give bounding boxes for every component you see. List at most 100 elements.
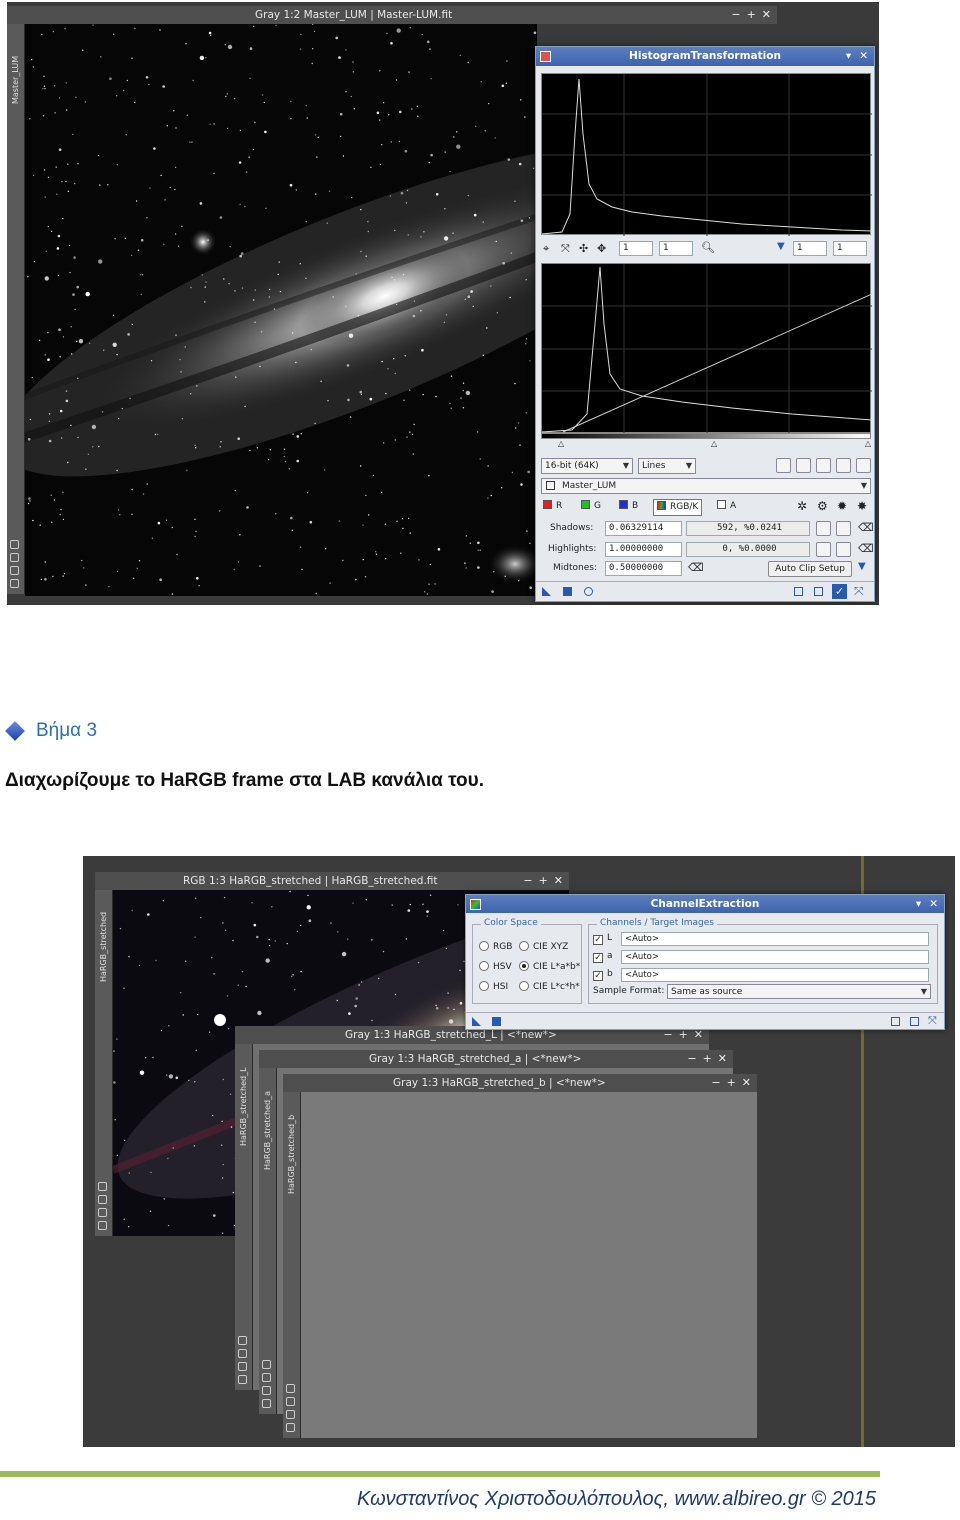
image-window-titlebar[interactable]: Gray 1:2 Master_LUM | Master-LUM.fit − +… xyxy=(7,6,777,24)
check-b[interactable]: ✓ b xyxy=(593,969,613,981)
radio-cie-lab[interactable]: CIE L*a*b* xyxy=(519,961,580,972)
b-window-titlebar[interactable]: Gray 1:3 HaRGB_stretched_b | <*new*> − + ✕ xyxy=(283,1074,757,1092)
expand-icon[interactable]: ✣ xyxy=(579,242,588,255)
channel-a[interactable]: A xyxy=(717,499,736,514)
browse-docs-icon[interactable] xyxy=(910,1017,919,1026)
close-icon[interactable]: ✕ xyxy=(742,1074,751,1092)
shadows-field[interactable]: 0.06329114 xyxy=(605,521,682,536)
target-view-select[interactable]: Master_LUM xyxy=(541,478,871,494)
maximize-icon[interactable]: + xyxy=(703,1050,712,1068)
midtones-reset-icon[interactable]: ⌫ xyxy=(688,561,704,574)
histogram-titlebar[interactable]: HistogramTransformation ▾ ✕ xyxy=(536,47,874,66)
browse-docs-icon[interactable] xyxy=(814,587,823,596)
bit-depth-select[interactable]: 16-bit (64K) xyxy=(541,458,633,474)
fit-icon[interactable] xyxy=(262,1373,271,1382)
graph-style-select[interactable]: Lines xyxy=(638,458,696,474)
apply-global-icon[interactable] xyxy=(584,587,593,596)
highlights-auto2-icon[interactable] xyxy=(836,542,851,557)
target-icon[interactable] xyxy=(286,1423,295,1432)
fit-icon[interactable] xyxy=(10,553,19,562)
midtones-field[interactable]: 0.50000000 xyxy=(605,561,682,576)
b-side-tab[interactable]: HaRGB_stretched_b xyxy=(283,1092,301,1438)
crosshair-icon[interactable]: ⌖ xyxy=(543,242,549,256)
target-a-field[interactable]: <Auto> xyxy=(621,950,929,964)
highlights-field[interactable]: 1.00000000 xyxy=(605,542,682,557)
apply-icon[interactable] xyxy=(492,1017,501,1026)
rgb-side-tab[interactable]: HaRGB_stretched xyxy=(95,890,113,1236)
channel-rgbk[interactable]: RGB/K xyxy=(653,499,703,516)
check-a[interactable]: ✓ a xyxy=(593,951,613,963)
clone-icon[interactable] xyxy=(10,566,19,575)
grid-icon[interactable] xyxy=(856,458,871,473)
auto-clip-setup-button[interactable]: Auto Clip Setup xyxy=(768,561,852,577)
shade-icon[interactable]: ▾ xyxy=(916,895,921,913)
curve-icon[interactable] xyxy=(836,458,851,473)
close-icon[interactable]: ✕ xyxy=(554,872,563,890)
fit-icon[interactable] xyxy=(238,1349,247,1358)
channel-b[interactable]: B xyxy=(619,499,638,514)
minimize-icon[interactable]: − xyxy=(687,1050,696,1068)
move-icon[interactable]: ✥ xyxy=(597,242,606,255)
target-b-field[interactable]: <Auto> xyxy=(621,968,929,982)
execute-icon[interactable]: ✓ xyxy=(832,584,847,599)
star-icon[interactable]: ✸ xyxy=(857,499,867,513)
maximize-icon[interactable]: + xyxy=(747,6,756,24)
l-side-tab[interactable]: HaRGB_stretched_L xyxy=(235,1044,253,1390)
image-side-tab[interactable]: Master_LUM xyxy=(7,24,25,594)
zoom-icon[interactable] xyxy=(238,1336,247,1345)
channel-extraction-window[interactable]: ChannelExtraction ▾ ✕ Color Space RGB HSV… xyxy=(465,894,945,1030)
new-instance-icon[interactable] xyxy=(472,1017,481,1026)
zoom-icon[interactable] xyxy=(286,1384,295,1393)
check-l[interactable]: ✓ L xyxy=(593,933,612,945)
radio-rgb[interactable]: RGB xyxy=(479,941,512,952)
asterisk-icon[interactable]: ✲ xyxy=(797,499,807,513)
reset-icon[interactable]: ⤧ xyxy=(854,584,864,599)
zoom-h2-field[interactable]: 1 xyxy=(793,241,827,256)
shadows-reset-icon[interactable]: ⌫ xyxy=(858,521,874,534)
shadows-handle[interactable]: △ xyxy=(558,439,564,448)
shade-icon[interactable]: ▾ xyxy=(846,47,851,66)
highlights-auto-icon[interactable] xyxy=(816,542,831,557)
fit-icon[interactable]: ⤧ xyxy=(561,242,570,256)
target-l-field[interactable]: <Auto> xyxy=(621,932,929,946)
highlights-handle[interactable]: △ xyxy=(865,439,871,448)
shadows-auto2-icon[interactable] xyxy=(836,521,851,536)
shadows-auto-icon[interactable] xyxy=(816,521,831,536)
zoom-v2-field[interactable]: 1 xyxy=(833,241,867,256)
auto-clip-arrow-icon[interactable]: ▼ xyxy=(858,561,866,572)
channel-r[interactable]: R xyxy=(543,499,562,514)
clone-icon[interactable] xyxy=(262,1386,271,1395)
target-icon[interactable] xyxy=(98,1221,107,1230)
rgb-window-titlebar[interactable]: RGB 1:3 HaRGB_stretched | HaRGB_stretche… xyxy=(95,872,569,890)
radio-hsv[interactable]: HSV xyxy=(479,961,512,972)
fit-icon[interactable] xyxy=(98,1195,107,1204)
histogram-icon-2[interactable] xyxy=(796,458,811,473)
collapse-icon[interactable]: ▼ xyxy=(777,241,785,252)
zoom-icon[interactable] xyxy=(262,1360,271,1369)
minimize-icon[interactable]: − xyxy=(731,6,740,24)
zoom-icon[interactable] xyxy=(10,540,19,549)
close-icon[interactable]: ✕ xyxy=(859,47,868,66)
a-window-titlebar[interactable]: Gray 1:3 HaRGB_stretched_a | <*new*> − + ✕ xyxy=(259,1050,733,1068)
input-histogram[interactable] xyxy=(541,263,873,434)
a-side-tab[interactable]: HaRGB_stretched_a xyxy=(259,1068,277,1414)
apply-icon[interactable] xyxy=(563,587,572,596)
sample-format-select[interactable]: Same as source xyxy=(667,984,931,999)
zoom-icon[interactable] xyxy=(98,1182,107,1191)
histogram-icon-1[interactable] xyxy=(776,458,791,473)
midtones-handle[interactable]: △ xyxy=(711,439,717,448)
histogram-transformation-window[interactable]: HistogramTransformation ▾ ✕ ⌖ ⤧ ✣ ✥ 1 1 … xyxy=(535,46,875,602)
histogram-icon-3[interactable] xyxy=(816,458,831,473)
target-icon[interactable] xyxy=(262,1399,271,1408)
highlights-reset-icon[interactable]: ⌫ xyxy=(858,542,874,555)
new-instance-icon[interactable] xyxy=(542,587,551,596)
fit-icon[interactable] xyxy=(286,1397,295,1406)
minimize-icon[interactable]: − xyxy=(523,872,532,890)
close-icon[interactable]: ✕ xyxy=(718,1050,727,1068)
zoom-v-field[interactable]: 1 xyxy=(659,241,693,256)
clone-icon[interactable] xyxy=(286,1410,295,1419)
radio-hsi[interactable]: HSI xyxy=(479,981,508,992)
clone-icon[interactable] xyxy=(98,1208,107,1217)
close-icon[interactable]: ✕ xyxy=(762,6,771,24)
radio-cie-xyz[interactable]: CIE XYZ xyxy=(519,941,568,952)
